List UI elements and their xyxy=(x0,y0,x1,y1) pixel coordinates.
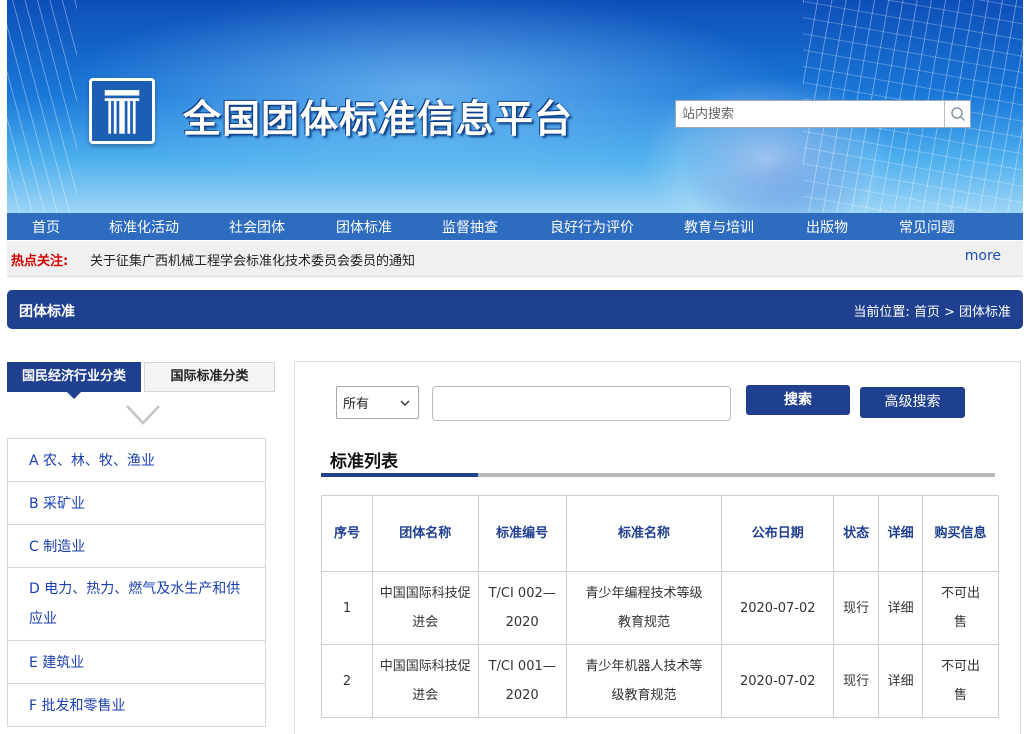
search-icon[interactable] xyxy=(944,101,970,127)
column-header: 序号 xyxy=(321,495,373,572)
hot-notice-bar: 热点关注: 关于征集广西机械工程学会标准化技术委员会委员的通知 more xyxy=(7,241,1023,277)
tab-label: 国民经济行业分类 xyxy=(21,369,126,384)
column-header: 详细 xyxy=(878,495,924,572)
chevron-down-icon xyxy=(400,400,410,406)
nav-item-faq[interactable]: 常见问题 xyxy=(899,217,955,237)
site-search-input[interactable] xyxy=(676,101,944,127)
publish-date: 2020-07-02 xyxy=(721,644,835,718)
nav-item-standardization[interactable]: 标准化活动 xyxy=(109,217,179,237)
column-header: 标准编号 xyxy=(477,495,567,572)
site-logo-icon[interactable] xyxy=(89,78,155,144)
purchase-info: 不可出售 xyxy=(922,644,999,718)
hot-label: 热点关注: xyxy=(11,254,69,269)
standard-number: T/CI 002—2020 xyxy=(477,571,567,645)
tab-label: 国际标准分类 xyxy=(170,369,249,384)
list-title-accent xyxy=(321,473,478,477)
organization-name: 中国国际科技促进会 xyxy=(371,571,479,645)
column-header: 购买信息 xyxy=(922,495,999,572)
nav-item-home[interactable]: 首页 xyxy=(32,217,60,237)
nav-item-group-standards[interactable]: 团体标准 xyxy=(336,217,392,237)
list-title: 标准列表 xyxy=(330,452,398,472)
category-item[interactable]: E 建筑业 xyxy=(8,641,265,684)
nav-item-organizations[interactable]: 社会团体 xyxy=(229,217,285,237)
tab-pointer-icon xyxy=(67,392,81,399)
more-link[interactable]: more xyxy=(965,248,1001,264)
standard-number: T/CI 001—2020 xyxy=(477,644,567,718)
search-button[interactable]: 搜索 xyxy=(746,385,850,415)
section-header: 团体标准 当前位置: 首页 > 团体标准 xyxy=(7,290,1023,329)
category-item[interactable]: B 采矿业 xyxy=(8,482,265,525)
banner-grid-decoration xyxy=(7,0,77,213)
table-header-row: 序号 团体名称 标准编号 标准名称 公布日期 状态 详细 购买信息 xyxy=(321,495,999,572)
column-header: 团体名称 xyxy=(371,495,479,572)
chevron-down-icon[interactable] xyxy=(125,403,161,427)
column-header: 公布日期 xyxy=(721,495,835,572)
row-index: 2 xyxy=(321,644,373,718)
nav-item-conduct-evaluation[interactable]: 良好行为评价 xyxy=(550,217,634,237)
row-index: 1 xyxy=(321,571,373,645)
organization-name: 中国国际科技促进会 xyxy=(371,644,479,718)
column-header: 标准名称 xyxy=(565,495,723,572)
detail-link[interactable]: 详细 xyxy=(878,571,924,645)
breadcrumb: 当前位置: 首页 > 团体标准 xyxy=(853,305,1011,320)
category-item[interactable]: A 农、林、牧、渔业 xyxy=(8,439,265,482)
section-title: 团体标准 xyxy=(19,304,75,320)
nav-item-publications[interactable]: 出版物 xyxy=(806,217,848,237)
standards-table: 序号 团体名称 标准编号 标准名称 公布日期 状态 详细 购买信息 1 中国国际… xyxy=(321,495,999,718)
list-title-divider xyxy=(321,473,995,477)
publish-date: 2020-07-02 xyxy=(721,571,835,645)
tab-industry-classification[interactable]: 国民经济行业分类 xyxy=(7,362,141,399)
site-title: 全国团体标准信息平台 xyxy=(183,97,574,141)
standards-panel: 所有 搜索 高级搜索 标准列表 序号 团体名称 标准编号 标准名称 公布日期 状… xyxy=(294,361,1021,734)
column-header: 状态 xyxy=(833,495,880,572)
purchase-info: 不可出售 xyxy=(922,571,999,645)
main-nav: 首页 标准化活动 社会团体 团体标准 监督抽查 良好行为评价 教育与培训 出版物… xyxy=(7,213,1023,240)
status: 现行 xyxy=(833,571,880,645)
classification-tabs: 国民经济行业分类 国际标准分类 xyxy=(7,362,275,399)
nav-item-training[interactable]: 教育与培训 xyxy=(684,217,754,237)
standard-name: 青少年编程技术等级教育规范 xyxy=(565,571,723,645)
category-item[interactable]: C 制造业 xyxy=(8,525,265,568)
standard-search-input[interactable] xyxy=(432,386,731,421)
category-item[interactable]: D 电力、热力、燃气及水生产和供应业 xyxy=(8,568,265,641)
header-banner: 全国团体标准信息平台 xyxy=(7,0,1023,213)
standard-name: 青少年机器人技术等级教育规范 xyxy=(565,644,723,718)
hot-notice-link[interactable]: 关于征集广西机械工程学会标准化技术委员会委员的通知 xyxy=(90,250,415,269)
detail-link[interactable]: 详细 xyxy=(878,644,924,718)
status: 现行 xyxy=(833,644,880,718)
filter-selected-value: 所有 xyxy=(343,397,370,412)
table-row: 1 中国国际科技促进会 T/CI 002—2020 青少年编程技术等级教育规范 … xyxy=(321,571,999,645)
category-item[interactable]: F 批发和零售业 xyxy=(8,684,265,727)
nav-item-inspection[interactable]: 监督抽查 xyxy=(442,217,498,237)
filter-select[interactable]: 所有 xyxy=(336,386,419,419)
tab-international-classification[interactable]: 国际标准分类 xyxy=(144,362,275,392)
category-list: A 农、林、牧、渔业 B 采矿业 C 制造业 D 电力、热力、燃气及水生产和供应… xyxy=(7,438,266,727)
advanced-search-button[interactable]: 高级搜索 xyxy=(860,387,965,418)
site-search xyxy=(675,100,971,128)
table-row: 2 中国国际科技促进会 T/CI 001—2020 青少年机器人技术等级教育规范… xyxy=(321,644,999,718)
